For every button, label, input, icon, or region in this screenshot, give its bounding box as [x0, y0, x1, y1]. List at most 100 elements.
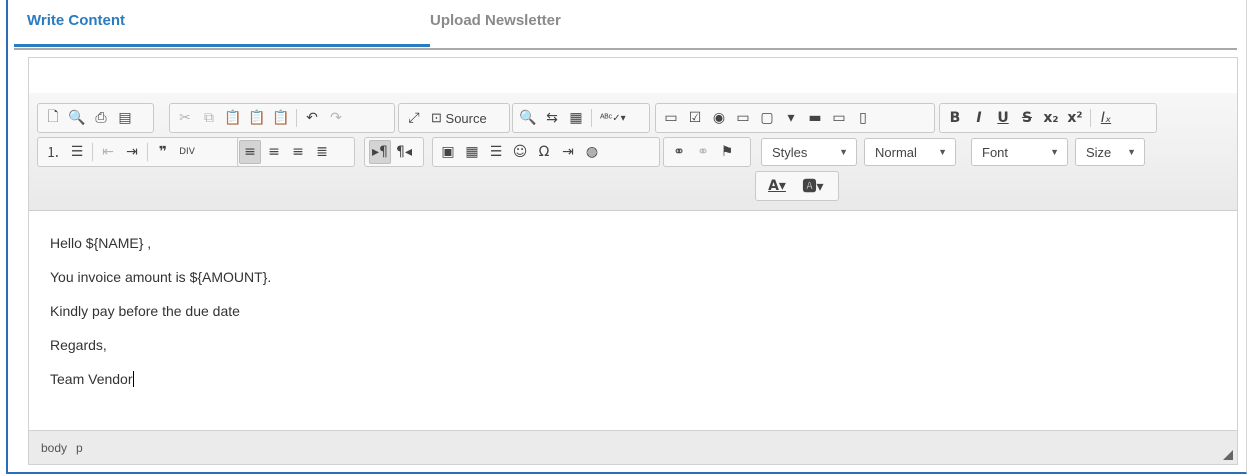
editor-toolbar: 🗋 🔍 ⎙ ▤ ✂ ⧉ 📋 📋 📋 ↶ ↷ ⤢ ⊡ Source 🔍 ⇆ ▦ ᴬ… — [29, 93, 1237, 211]
chevron-down-icon: ▼ — [1127, 147, 1136, 157]
preview-icon[interactable]: 🔍 — [66, 106, 88, 130]
editor-content-area[interactable]: Hello ${NAME} , You invoice amount is ${… — [29, 211, 1237, 429]
redo-icon[interactable]: ↷ — [325, 106, 347, 130]
table-icon[interactable]: ▦ — [461, 140, 483, 164]
styles-dropdown[interactable]: Styles ▼ — [761, 138, 857, 166]
numbered-list-icon[interactable]: ⒈ — [42, 140, 64, 164]
select-icon[interactable]: ▾ — [780, 106, 802, 130]
cut-icon[interactable]: ✂ — [174, 106, 196, 130]
superscript-icon[interactable]: x² — [1064, 106, 1086, 130]
styles-label: Styles — [772, 144, 808, 160]
replace-icon[interactable]: ⇆ — [541, 106, 563, 130]
subscript-icon[interactable]: x₂ — [1040, 106, 1062, 130]
size-dropdown[interactable]: Size ▼ — [1075, 138, 1145, 166]
source-icon: ⊡ — [431, 110, 442, 125]
bold-icon[interactable]: B — [944, 106, 966, 130]
link-icon[interactable]: ⚭ — [668, 140, 690, 164]
tab-bar: Write Content Upload Newsletter — [14, 0, 1237, 50]
maximize-icon[interactable]: ⤢ — [403, 106, 425, 130]
toolbar-separator — [147, 143, 148, 161]
indent-icon[interactable]: ⇥ — [121, 140, 143, 164]
bulleted-list-icon[interactable]: ☰ — [66, 140, 88, 164]
paste-text-icon[interactable]: 📋 — [246, 106, 268, 130]
blockquote-icon[interactable]: ❞ — [152, 140, 174, 164]
background-color-icon[interactable]: 🅰▾ — [796, 174, 830, 198]
source-label: Source — [445, 110, 487, 126]
hidden-field-icon[interactable]: ▯ — [852, 106, 874, 130]
iframe-icon[interactable]: ◍ — [581, 140, 603, 164]
text-color-icon[interactable]: A▾ — [760, 174, 794, 198]
paste-icon[interactable]: 📋 — [222, 106, 244, 130]
clipboard-group: ✂ ⧉ 📋 📋 📋 ↶ ↷ — [169, 103, 395, 133]
textarea-icon[interactable]: ▢ — [756, 106, 778, 130]
spellcheck-icon[interactable]: ᴬᴮᶜ✓▾ — [596, 106, 630, 130]
tab-upload-newsletter[interactable]: Upload Newsletter — [430, 12, 561, 29]
chevron-down-icon: ▼ — [938, 147, 947, 157]
element-path-body[interactable]: body — [41, 441, 67, 455]
anchor-icon[interactable]: ⚑ — [716, 140, 738, 164]
outdent-icon[interactable]: ⇤ — [97, 140, 119, 164]
image-icon[interactable]: ▣ — [437, 140, 459, 164]
source-button[interactable]: ⊡ Source — [427, 106, 491, 130]
document-group: 🗋 🔍 ⎙ ▤ — [37, 103, 154, 133]
content-line: Hello ${NAME} , — [50, 235, 152, 251]
chevron-down-icon: ▼ — [1050, 147, 1059, 157]
unlink-icon[interactable]: ⚭ — [692, 140, 714, 164]
print-icon[interactable]: ⎙ — [90, 106, 112, 130]
toolbar-separator — [591, 109, 592, 127]
rich-text-editor: 🗋 🔍 ⎙ ▤ ✂ ⧉ 📋 📋 📋 ↶ ↷ ⤢ ⊡ Source 🔍 ⇆ ▦ ᴬ… — [28, 57, 1238, 465]
active-tab-indicator — [14, 44, 430, 47]
special-char-icon[interactable]: Ω — [533, 140, 555, 164]
rtl-icon[interactable]: ¶◂ — [393, 140, 415, 164]
align-left-icon[interactable]: ≡ — [239, 140, 261, 164]
copy-icon[interactable]: ⧉ — [198, 106, 220, 130]
toolbar-separator — [296, 109, 297, 127]
direction-group: ▸¶ ¶◂ — [364, 137, 424, 167]
undo-icon[interactable]: ↶ — [301, 106, 323, 130]
radio-icon[interactable]: ◉ — [708, 106, 730, 130]
element-path-p[interactable]: p — [76, 441, 83, 455]
smiley-icon[interactable]: ☺ — [509, 140, 531, 164]
format-label: Normal — [875, 144, 917, 160]
format-dropdown[interactable]: Normal ▼ — [864, 138, 956, 166]
toolbar-separator — [92, 143, 93, 161]
div-container-icon[interactable]: DIV — [176, 140, 198, 164]
remove-format-icon[interactable]: Iₓ — [1095, 106, 1117, 130]
italic-icon[interactable]: I — [968, 106, 990, 130]
colors-group: A▾ 🅰▾ — [755, 171, 839, 201]
text-caret — [132, 371, 134, 387]
select-all-icon[interactable]: ▦ — [565, 106, 587, 130]
textfield-icon[interactable]: ▭ — [732, 106, 754, 130]
font-label: Font — [982, 144, 1009, 160]
view-group: ⤢ ⊡ Source — [398, 103, 510, 133]
toolbar-separator — [1090, 109, 1091, 127]
insert-group: ▣ ▦ ☰ ☺ Ω ⇥ ◍ — [432, 137, 660, 167]
image-button-icon[interactable]: ▭ — [828, 106, 850, 130]
justify-icon[interactable]: ≣ — [311, 140, 333, 164]
find-icon[interactable]: 🔍 — [517, 106, 539, 130]
font-dropdown[interactable]: Font ▼ — [971, 138, 1068, 166]
ltr-icon[interactable]: ▸¶ — [369, 140, 391, 164]
paragraph-group: ⒈ ☰ ⇤ ⇥ ❞ DIV — [37, 137, 265, 167]
tab-write-content[interactable]: Write Content — [27, 12, 125, 29]
content-line: You invoice amount is ${AMOUNT}. — [50, 269, 272, 285]
paste-word-icon[interactable]: 📋 — [270, 106, 292, 130]
resize-handle[interactable] — [1223, 450, 1233, 460]
align-center-icon[interactable]: ≡ — [263, 140, 285, 164]
new-page-icon[interactable]: 🗋 — [42, 106, 64, 130]
templates-icon[interactable]: ▤ — [114, 106, 136, 130]
checkbox-icon[interactable]: ☑ — [684, 106, 706, 130]
forms-group: ▭ ☑ ◉ ▭ ▢ ▾ ▬ ▭ ▯ — [655, 103, 935, 133]
underline-icon[interactable]: U — [992, 106, 1014, 130]
basic-styles-group: B I U S x₂ x² Iₓ — [939, 103, 1157, 133]
button-icon[interactable]: ▬ — [804, 106, 826, 130]
form-icon[interactable]: ▭ — [660, 106, 682, 130]
content-line: Kindly pay before the due date — [50, 303, 240, 319]
content-line-last: Team Vendor — [50, 371, 134, 387]
alignment-group: ≡ ≡ ≡ ≣ — [237, 137, 355, 167]
horizontal-line-icon[interactable]: ☰ — [485, 140, 507, 164]
page-break-icon[interactable]: ⇥ — [557, 140, 579, 164]
align-right-icon[interactable]: ≡ — [287, 140, 309, 164]
strike-icon[interactable]: S — [1016, 106, 1038, 130]
content-line-text: Team Vendor — [50, 371, 133, 387]
